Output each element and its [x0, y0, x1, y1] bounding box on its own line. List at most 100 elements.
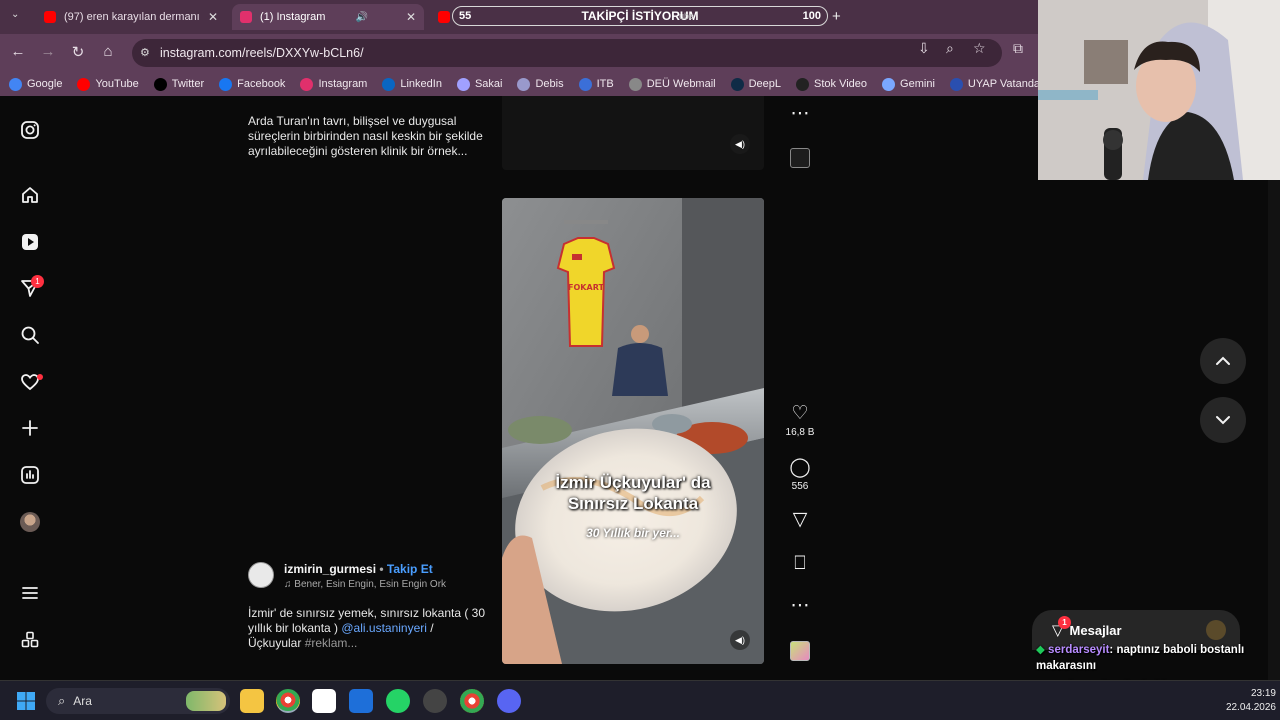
- next-reel-button[interactable]: [1200, 397, 1246, 443]
- comment-icon: ◯: [789, 457, 811, 478]
- address-bar[interactable]: ⚙ instagram.com/reels/DXXYw-bCLn6/: [132, 39, 1002, 67]
- bookmark-item[interactable]: Instagram: [300, 77, 368, 91]
- bookmark-item[interactable]: ITB: [578, 77, 614, 91]
- share-button[interactable]: ▽: [784, 510, 816, 530]
- author-username[interactable]: izmirin_gurmesi: [284, 562, 376, 576]
- bookmark-favicon-icon: [517, 77, 531, 91]
- bookmark-item[interactable]: Debis: [517, 77, 564, 91]
- forward-icon[interactable]: →: [38, 43, 58, 60]
- tab-instagram[interactable]: (1) Instagram 🔊 ✕: [232, 4, 424, 30]
- close-icon[interactable]: ✕: [200, 10, 218, 24]
- clock-date: 22.04.2026: [1225, 702, 1276, 713]
- close-icon[interactable]: ✕: [398, 10, 416, 24]
- bookmark-item[interactable]: Google: [9, 77, 62, 91]
- bookmark-item[interactable]: YouTube: [77, 77, 139, 91]
- menu-icon[interactable]: [20, 583, 40, 603]
- zoom-icon[interactable]: ⌕: [946, 40, 954, 57]
- system-clock[interactable]: 23:19 22.04.2026: [1206, 687, 1276, 715]
- file-explorer-icon[interactable]: [240, 689, 264, 713]
- clock-time: 23:19: [1250, 688, 1276, 699]
- bookmark-item[interactable]: LinkedIn: [382, 77, 442, 91]
- speaker-icon[interactable]: 🔊: [355, 12, 367, 23]
- reel-caption: İzmir' de sınırsız yemek, sınırsız lokan…: [248, 606, 488, 651]
- search-icon[interactable]: [20, 325, 40, 345]
- caption-mention[interactable]: @ali.ustaninyeri: [341, 621, 427, 635]
- audio-thumbnail[interactable]: [790, 641, 810, 661]
- apps-grid-icon[interactable]: [20, 630, 40, 650]
- new-tab-icon[interactable]: +: [832, 8, 841, 25]
- reels-icon[interactable]: [20, 232, 40, 252]
- windows-start-icon[interactable]: [16, 691, 36, 711]
- bookmark-item[interactable]: DEÜ Webmail: [628, 77, 716, 91]
- discord-icon[interactable]: [497, 689, 521, 713]
- bookmark-item[interactable]: Stok Video: [796, 77, 868, 91]
- taskbar-search[interactable]: ⌕ Ara: [46, 688, 230, 714]
- avatar: [20, 512, 40, 532]
- tab-search-icon[interactable]: ⌄: [11, 9, 19, 20]
- extensions-icon[interactable]: ⧉: [1013, 40, 1023, 57]
- bookmark-label: Instagram: [318, 78, 368, 90]
- instagram-logo-icon[interactable]: [20, 120, 40, 140]
- audio-track[interactable]: ♫ Bener, Esin Engin, Esin Engin Ork: [284, 579, 484, 590]
- screen: ⌄ (97) eren karayılan dermanısın f ✕ (1)…: [0, 0, 1280, 720]
- bookmark-item[interactable]: Gemini: [882, 77, 935, 91]
- reel-video[interactable]: FOKART İzmir Üçkuyular' da Sınırsız Loka…: [502, 198, 764, 664]
- bookmark-favicon-icon: [153, 77, 167, 91]
- reel-overlay-line2: Sınırsız Lokanta: [567, 494, 699, 513]
- bookmark-favicon-icon: [219, 77, 233, 91]
- bookmark-item[interactable]: Sakai: [456, 77, 503, 91]
- chrome-icon[interactable]: [276, 689, 300, 713]
- previous-reel-button[interactable]: [1200, 338, 1246, 384]
- bookmark-item[interactable]: UYAP Vatandaş: [949, 77, 1046, 91]
- store-icon[interactable]: [312, 689, 336, 713]
- previous-reel-video[interactable]: ◀): [502, 96, 764, 170]
- bookmark-item[interactable]: Facebook: [219, 77, 285, 91]
- reload-icon[interactable]: ↻: [68, 43, 88, 61]
- bookmark-label: Sakai: [474, 78, 503, 90]
- bookmark-item[interactable]: Twitter: [153, 77, 204, 91]
- home-icon[interactable]: [20, 185, 40, 205]
- webcam-scene: [1038, 0, 1280, 180]
- follow-button[interactable]: Takip Et: [387, 562, 433, 576]
- music-note-icon: ♫: [284, 579, 295, 590]
- author-avatar[interactable]: [248, 562, 274, 588]
- back-icon[interactable]: ←: [8, 43, 28, 60]
- bookmark-star-icon[interactable]: ☆: [973, 40, 986, 57]
- like-button[interactable]: ♡ 16,8 B: [784, 404, 816, 439]
- volume-icon[interactable]: ◀): [730, 134, 750, 154]
- tab-bar: ⌄ (97) eren karayılan dermanısın f ✕ (1)…: [0, 0, 1038, 34]
- more-options-button[interactable]: ⋯: [784, 596, 816, 616]
- save-button[interactable]: ⎕: [784, 554, 816, 574]
- whatsapp-icon[interactable]: [386, 689, 410, 713]
- goal-ghost-text: ube: [679, 11, 695, 21]
- bookmark-label: DeepL: [748, 78, 782, 90]
- bookmark-label: Stok Video: [814, 78, 868, 90]
- create-plus-icon[interactable]: [20, 418, 40, 438]
- chrome-profile-icon[interactable]: [460, 689, 484, 713]
- caption-more[interactable]: #reklam...: [305, 636, 358, 650]
- mail-icon[interactable]: [349, 689, 373, 713]
- reel-overlay-subtitle: 30 Yıllık bir yer...: [586, 526, 680, 540]
- previous-audio-thumbnail[interactable]: [790, 148, 810, 168]
- previous-reel-more-icon[interactable]: ⋯: [784, 104, 816, 124]
- webcam-feed: [1038, 0, 1280, 180]
- bookmark-label: ITB: [596, 78, 614, 90]
- bookmark-favicon-icon: [882, 77, 896, 91]
- volume-icon[interactable]: ◀): [730, 630, 750, 650]
- dashboard-icon[interactable]: [20, 465, 40, 485]
- instagram-sidebar: 1: [0, 96, 60, 680]
- bookmark-item[interactable]: DeepL: [730, 77, 782, 91]
- comment-button[interactable]: ◯ 556: [784, 457, 816, 493]
- profile-avatar[interactable]: [20, 512, 40, 532]
- home-icon[interactable]: ⌂: [98, 43, 118, 60]
- install-icon[interactable]: ⇩: [918, 40, 930, 57]
- notification-badge: 1: [31, 275, 44, 288]
- site-info-icon[interactable]: ⚙: [140, 46, 154, 60]
- tab-youtube[interactable]: (97) eren karayılan dermanısın f ✕: [36, 4, 226, 30]
- tab-title: (1) Instagram: [260, 11, 326, 23]
- separator-dot: •: [379, 562, 384, 576]
- bookmark-label: LinkedIn: [400, 78, 442, 90]
- obs-icon[interactable]: [423, 689, 447, 713]
- instagram-page: 1 Arda Turan'ın tavrı, bilişsel ve duygu…: [0, 96, 1038, 680]
- bookmark-label: UYAP Vatandaş: [967, 78, 1046, 90]
